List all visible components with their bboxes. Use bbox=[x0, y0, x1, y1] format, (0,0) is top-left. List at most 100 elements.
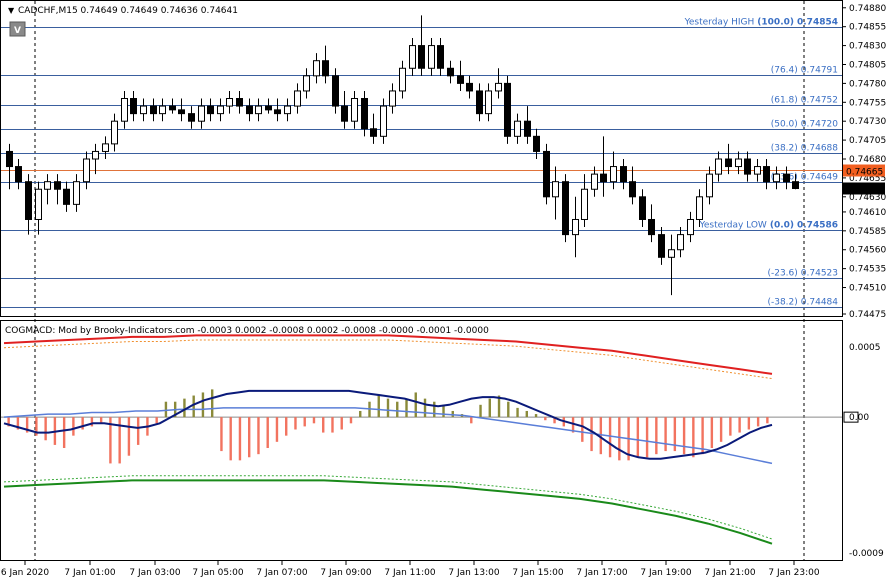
candle-body bbox=[687, 218, 694, 236]
candle-body bbox=[514, 120, 521, 137]
time-tick-label: 7 Jan 03:00 bbox=[129, 568, 181, 578]
level-pct: (-38.2) bbox=[767, 298, 797, 308]
candle-body bbox=[389, 90, 396, 107]
candle-body bbox=[466, 82, 473, 92]
histogram-bar bbox=[386, 398, 390, 418]
price-tick-label: 0.74680 bbox=[849, 155, 886, 165]
candle-body bbox=[322, 60, 329, 77]
histogram-bar bbox=[44, 417, 47, 441]
histogram-bar bbox=[636, 417, 640, 458]
candle-body bbox=[284, 105, 291, 115]
histogram-bar bbox=[719, 417, 723, 442]
histogram-bar bbox=[349, 417, 353, 424]
candle-body bbox=[495, 82, 502, 92]
candle-body bbox=[370, 128, 377, 137]
level-value: 0.74649 bbox=[801, 173, 838, 183]
histogram-bar bbox=[756, 417, 760, 427]
chart-canvas[interactable]: Yesterday HIGH (100.0) 0.74854 (76.4) 0.7479… bbox=[0, 0, 888, 582]
time-tick-label: 7 Jan 19:00 bbox=[640, 568, 692, 578]
histogram-bar bbox=[525, 410, 528, 418]
histogram-bar bbox=[118, 417, 121, 464]
candle-body bbox=[735, 158, 742, 168]
candle-body bbox=[457, 75, 464, 84]
candle-body bbox=[246, 105, 253, 115]
candle-body bbox=[744, 158, 751, 175]
candle-body bbox=[63, 188, 70, 205]
histogram-bar bbox=[266, 417, 269, 448]
histogram-bar bbox=[164, 401, 168, 418]
histogram-bar bbox=[136, 417, 140, 445]
indicator-panel[interactable] bbox=[0, 320, 843, 561]
candle-body bbox=[188, 113, 195, 122]
candle-body bbox=[562, 181, 569, 236]
candle-body bbox=[178, 109, 185, 115]
candle bbox=[562, 174, 569, 243]
price-tick-label: 0.74475 bbox=[849, 310, 886, 320]
candle-body bbox=[226, 98, 233, 107]
histogram-bar bbox=[692, 417, 695, 458]
level-value: 0.74688 bbox=[801, 144, 838, 154]
candle-body bbox=[54, 181, 61, 190]
histogram-bar bbox=[516, 407, 519, 418]
candle-body bbox=[15, 166, 22, 183]
level-label: Yesterday HIGH (100.0) 0.74854 bbox=[684, 18, 838, 28]
histogram-bar bbox=[359, 410, 362, 418]
level-value: 0.74523 bbox=[801, 269, 838, 279]
candle bbox=[504, 75, 511, 144]
candle-body bbox=[447, 67, 454, 77]
price-axis: 0.74880 0.74855 0.74830 0.74805 0.74780 0.747… bbox=[842, 4, 886, 320]
histogram-bar bbox=[155, 417, 158, 424]
histogram-bar bbox=[433, 401, 436, 418]
candle bbox=[543, 143, 550, 205]
candle-body bbox=[524, 120, 531, 137]
histogram-bar bbox=[238, 417, 242, 461]
candle-body bbox=[620, 166, 627, 183]
candle-body bbox=[437, 45, 444, 69]
candle-body bbox=[255, 105, 262, 115]
candle-body bbox=[409, 45, 416, 69]
candle-body bbox=[92, 150, 99, 160]
time-tick-label: 7 Jan 17:00 bbox=[576, 568, 628, 578]
histogram-bar bbox=[414, 392, 417, 418]
candle-body bbox=[476, 90, 483, 115]
candle-body bbox=[332, 75, 339, 107]
histogram-bar bbox=[710, 417, 714, 448]
candle-body bbox=[25, 181, 32, 220]
histogram-bar bbox=[183, 398, 186, 418]
candle-body bbox=[341, 105, 348, 122]
candle-body bbox=[380, 105, 387, 137]
price-tick-label: 0.74560 bbox=[849, 246, 886, 256]
histogram-bar bbox=[664, 417, 667, 452]
candle-body bbox=[198, 105, 205, 122]
histogram-bar bbox=[507, 401, 510, 418]
level-label: (-38.2) 0.74484 bbox=[767, 298, 838, 308]
candle-body bbox=[504, 82, 511, 137]
histogram-bar bbox=[682, 417, 686, 455]
candle-body bbox=[600, 173, 607, 183]
level-pct: (-23.6) bbox=[767, 269, 797, 279]
histogram-bar bbox=[201, 392, 205, 418]
histogram-bar bbox=[534, 414, 538, 418]
candle-body bbox=[44, 181, 51, 190]
candle-body bbox=[754, 166, 761, 175]
candle-body bbox=[140, 105, 147, 115]
candle-body bbox=[773, 173, 780, 183]
price-tick-label: 0.74830 bbox=[849, 42, 886, 52]
candle-body bbox=[783, 173, 790, 183]
candle-body bbox=[361, 98, 368, 130]
histogram-bar bbox=[322, 417, 325, 433]
level-pct: (50.0) bbox=[771, 120, 798, 130]
current-price-tag-label: 0.74665 bbox=[846, 168, 883, 178]
time-tick-label: 7 Jan 11:00 bbox=[384, 568, 436, 578]
histogram-bar bbox=[488, 398, 491, 418]
time-tick-label: 7 Jan 09:00 bbox=[320, 568, 372, 578]
candle-body bbox=[706, 173, 713, 198]
candle-body bbox=[610, 166, 617, 183]
level-label: (23.6)0.74649 bbox=[771, 173, 839, 183]
level-value: 0.74720 bbox=[801, 120, 838, 130]
histogram-bar bbox=[331, 417, 334, 433]
candle-body bbox=[648, 218, 655, 236]
candle-body bbox=[217, 105, 224, 115]
histogram-bar bbox=[423, 398, 427, 418]
indicator-tick-label: 0.0005 bbox=[849, 343, 881, 353]
